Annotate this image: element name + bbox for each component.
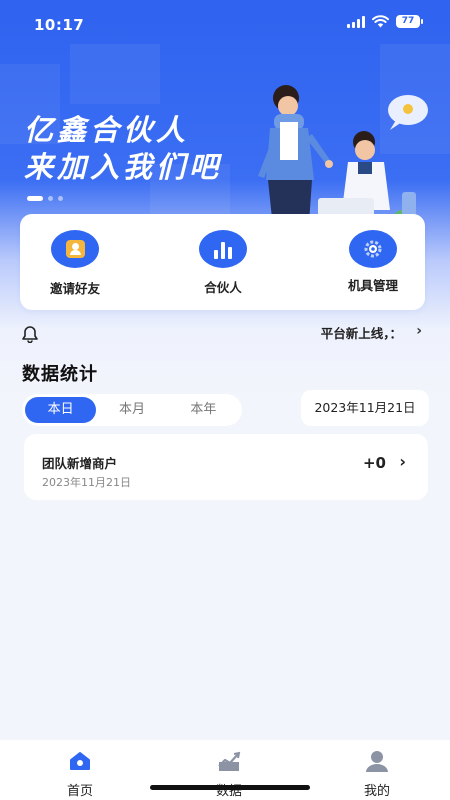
signal-icon bbox=[347, 15, 365, 28]
carousel-dot[interactable] bbox=[48, 196, 53, 201]
status-time: 10:17 bbox=[34, 16, 85, 34]
date-picker[interactable]: 2023年11月21日 bbox=[301, 390, 429, 426]
app-screen: 10:17 77 亿鑫合伙人 来加入我们吧 邀请好友 合伙人 机具管理 平台新上… bbox=[0, 0, 450, 800]
battery-icon: 77 bbox=[396, 15, 423, 28]
period-tabs: 本日 本月 本年 bbox=[22, 394, 242, 426]
chart-trend-icon bbox=[218, 751, 241, 771]
user-icon bbox=[366, 751, 388, 772]
banner-title-line1: 亿鑫合伙人 bbox=[24, 113, 190, 147]
home-icon bbox=[70, 752, 90, 770]
chevron-right-icon: › bbox=[399, 452, 406, 471]
quick-item-invite-friends[interactable]: 邀请好友 bbox=[20, 230, 130, 297]
quick-item-device-management[interactable]: 机具管理 bbox=[318, 230, 428, 294]
status-icons: 77 bbox=[347, 15, 423, 28]
carousel-dot[interactable] bbox=[58, 196, 63, 201]
quick-item-partner[interactable]: 合伙人 bbox=[168, 230, 278, 296]
stat-name: 团队新增商户 bbox=[42, 456, 118, 471]
quick-item-label: 合伙人 bbox=[204, 280, 242, 295]
carousel-dots bbox=[27, 196, 63, 201]
bell-icon bbox=[22, 326, 38, 343]
banner-title-line2: 来加入我们吧 bbox=[24, 150, 223, 184]
promo-banner[interactable]: 亿鑫合伙人 来加入我们吧 bbox=[0, 44, 450, 234]
stat-value: +0 bbox=[362, 454, 386, 472]
banner-decoration bbox=[70, 44, 160, 104]
wifi-icon bbox=[372, 15, 389, 28]
bar-chart-icon bbox=[199, 230, 247, 268]
tabbar-item-home[interactable]: 首页 bbox=[35, 748, 125, 799]
quick-item-label: 机具管理 bbox=[347, 278, 398, 293]
quick-item-label: 邀请好友 bbox=[49, 281, 100, 296]
tab-today[interactable]: 本日 bbox=[25, 397, 97, 423]
stat-date: 2023年11月21日 bbox=[42, 476, 131, 489]
invite-friends-icon bbox=[51, 230, 99, 268]
carousel-dot-active[interactable] bbox=[27, 196, 43, 201]
stat-card-new-merchants[interactable]: 团队新增商户 2023年11月21日 +0 › bbox=[24, 434, 428, 500]
home-indicator bbox=[150, 785, 310, 790]
tabbar-label: 首页 bbox=[66, 784, 93, 799]
status-bar: 10:17 77 bbox=[0, 0, 450, 46]
tabbar-item-data[interactable]: 数据 bbox=[184, 748, 274, 799]
tab-this-year[interactable]: 本年 bbox=[168, 397, 239, 423]
gear-icon bbox=[349, 230, 397, 268]
chevron-right-icon: › bbox=[416, 323, 422, 339]
bottom-tab-bar: 首页 数据 我的 bbox=[0, 740, 450, 800]
section-title: 数据统计 bbox=[22, 364, 98, 385]
notice-bar[interactable]: 平台新上线，： › bbox=[20, 320, 430, 344]
notice-text: 平台新上线，： bbox=[320, 326, 402, 341]
tabbar-label: 我的 bbox=[363, 784, 390, 799]
quick-menu-card: 邀请好友 合伙人 机具管理 bbox=[20, 214, 425, 310]
tab-this-month[interactable]: 本月 bbox=[96, 397, 167, 423]
tabbar-item-mine[interactable]: 我的 bbox=[332, 748, 422, 799]
business-team-illustration bbox=[246, 85, 428, 234]
